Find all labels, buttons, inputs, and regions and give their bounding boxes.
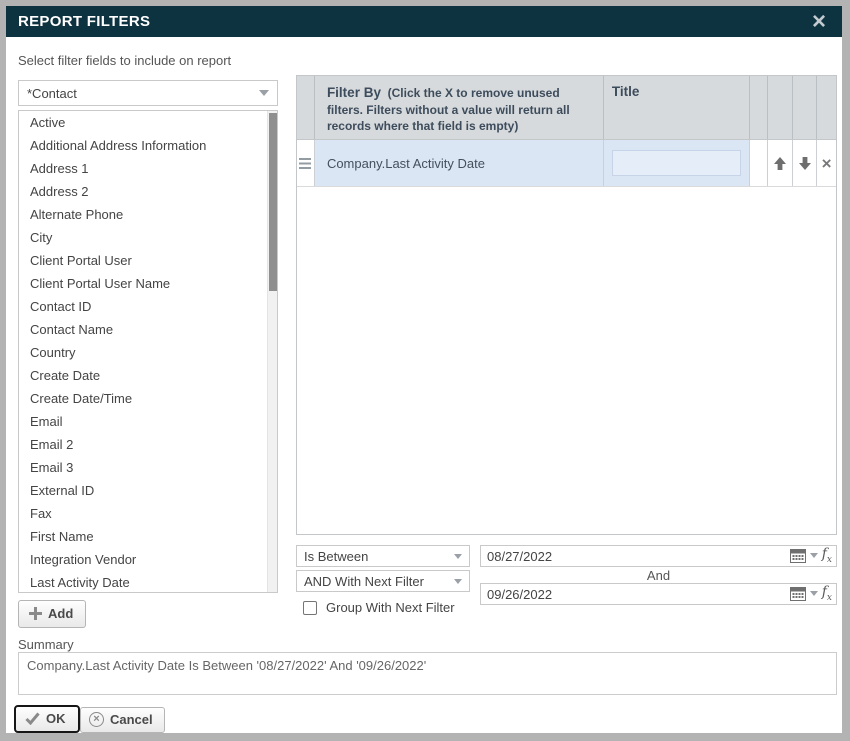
close-button[interactable]: × <box>808 11 830 33</box>
remove-filter-button[interactable]: × <box>817 140 836 186</box>
remove-icon: × <box>822 155 832 172</box>
summary-box: Company.Last Activity Date Is Between '0… <box>18 652 837 695</box>
cancel-circle-x-icon: × <box>89 712 104 727</box>
header-handle-cell <box>297 76 315 139</box>
plus-icon <box>29 607 42 620</box>
join-operator-select[interactable]: AND With Next Filter <box>296 570 470 592</box>
date-to-input[interactable]: 09/26/2022 fx <box>480 583 837 605</box>
field-list: ActiveAdditional Address InformationAddr… <box>18 110 278 593</box>
chevron-down-icon <box>259 90 269 96</box>
scrollbar-thumb[interactable] <box>269 113 277 291</box>
field-option[interactable]: Email 3 <box>19 456 277 479</box>
date-dropdown-icon[interactable] <box>810 553 818 558</box>
dialog-title: REPORT FILTERS <box>18 13 150 30</box>
calendar-icon[interactable] <box>790 548 806 563</box>
field-option[interactable]: Create Date <box>19 364 277 387</box>
field-option[interactable]: Client Portal User Name <box>19 272 277 295</box>
cancel-button[interactable]: × Cancel <box>80 707 165 733</box>
and-label: And <box>480 568 837 583</box>
date-to-value: 09/26/2022 <box>487 587 552 602</box>
title-column-label: Title <box>612 76 640 99</box>
calendar-icon[interactable] <box>790 586 806 601</box>
arrow-up-icon <box>773 156 787 171</box>
field-options: ActiveAdditional Address InformationAddr… <box>19 111 277 593</box>
add-button-label: Add <box>48 606 73 621</box>
ok-button-label: OK <box>46 711 66 726</box>
drag-handle[interactable] <box>297 140 315 186</box>
chevron-down-icon <box>454 579 462 584</box>
filter-row-title-cell <box>604 140 750 186</box>
add-button[interactable]: Add <box>18 600 86 628</box>
field-option[interactable]: Country <box>19 341 277 364</box>
field-option[interactable]: City <box>19 226 277 249</box>
date-from-value: 08/27/2022 <box>487 549 552 564</box>
join-operator-value: AND With Next Filter <box>304 574 424 589</box>
formula-icon[interactable]: fx <box>822 547 832 565</box>
field-option[interactable]: Active <box>19 111 277 134</box>
dialog-subtitle: Select filter fields to include on repor… <box>18 53 231 68</box>
dialog-titlebar: REPORT FILTERS × <box>6 6 842 37</box>
field-list-scrollbar[interactable] <box>267 111 277 592</box>
field-option[interactable]: Client Portal User <box>19 249 277 272</box>
date-from-input[interactable]: 08/27/2022 fx <box>480 545 837 567</box>
field-option[interactable]: First Name <box>19 525 277 548</box>
chevron-down-icon <box>454 554 462 559</box>
group-with-next-filter-checkbox[interactable] <box>303 601 317 615</box>
cancel-button-label: Cancel <box>110 712 153 727</box>
field-option[interactable]: Email <box>19 410 277 433</box>
group-with-next-filter-label: Group With Next Filter <box>326 600 455 615</box>
filter-by-label: Filter By <box>327 85 381 100</box>
category-select[interactable]: *Contact <box>18 80 278 106</box>
group-with-next-filter: Group With Next Filter <box>303 600 455 615</box>
ok-button[interactable]: OK <box>14 705 80 733</box>
filter-title-input[interactable] <box>612 150 741 176</box>
field-option[interactable]: Contact ID <box>19 295 277 318</box>
filter-row-name: Company.Last Activity Date <box>327 156 485 171</box>
field-option[interactable]: Address 1 <box>19 157 277 180</box>
field-option[interactable]: Create Date/Time <box>19 387 277 410</box>
check-icon <box>25 712 40 725</box>
arrow-down-icon <box>798 156 812 171</box>
formula-icon[interactable]: fx <box>822 585 832 603</box>
field-option[interactable]: External ID <box>19 479 277 502</box>
move-down-button[interactable] <box>793 140 816 186</box>
field-option[interactable]: Email 2 <box>19 433 277 456</box>
field-option[interactable]: Last Activity Date <box>19 571 277 593</box>
field-option[interactable]: Integration Vendor <box>19 548 277 571</box>
filters-table: Filter By (Click the X to remove unused … <box>296 75 837 535</box>
operator-select[interactable]: Is Between <box>296 545 470 567</box>
field-option[interactable]: Contact Name <box>19 318 277 341</box>
filters-table-header: Filter By (Click the X to remove unused … <box>297 76 836 140</box>
close-icon: × <box>812 12 826 32</box>
filter-row: Company.Last Activity Date <box>297 140 836 187</box>
header-filter-by: Filter By (Click the X to remove unused … <box>315 76 604 139</box>
summary-text: Company.Last Activity Date Is Between '0… <box>27 658 426 673</box>
filters-table-body: Company.Last Activity Date <box>297 140 836 187</box>
category-select-value: *Contact <box>27 86 77 101</box>
field-option[interactable]: Additional Address Information <box>19 134 277 157</box>
header-title: Title <box>604 76 750 139</box>
field-option[interactable]: Fax <box>19 502 277 525</box>
drag-handle-icon <box>299 158 311 169</box>
filter-row-name-cell: Company.Last Activity Date <box>315 140 604 186</box>
date-dropdown-icon[interactable] <box>810 591 818 596</box>
report-filters-dialog: REPORT FILTERS × Select filter fields to… <box>6 6 842 733</box>
field-option[interactable]: Alternate Phone <box>19 203 277 226</box>
field-option[interactable]: Address 2 <box>19 180 277 203</box>
summary-label: Summary <box>18 637 74 652</box>
operator-select-value: Is Between <box>304 549 368 564</box>
move-up-button[interactable] <box>768 140 792 186</box>
